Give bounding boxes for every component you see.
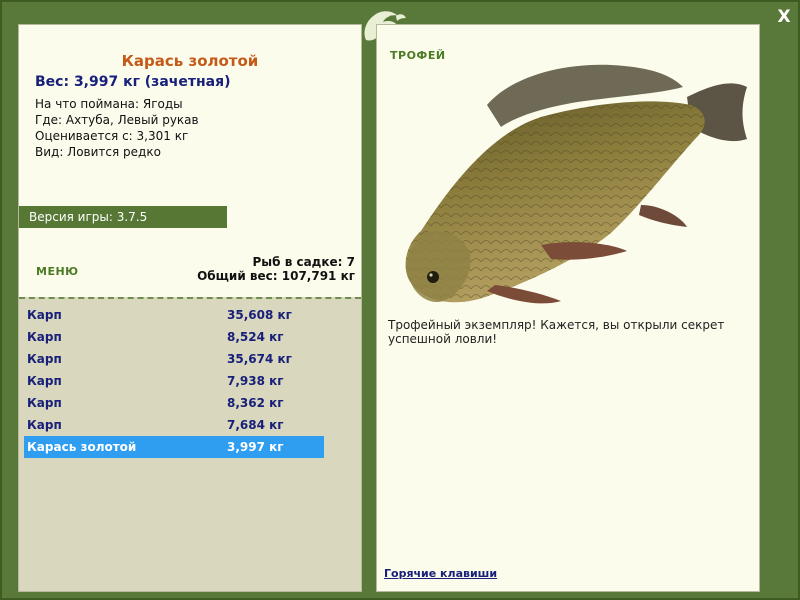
list-item-weight: 8,362 кг xyxy=(227,396,284,410)
rated-info: Оценивается с: 3,301 кг xyxy=(35,129,189,143)
list-item-weight: 7,938 кг xyxy=(227,374,284,388)
catch-list: Карп 35,608 кг Карп 8,524 кг Карп 35,674… xyxy=(24,304,324,458)
catch-panel: Карась золотой Вес: 3,997 кг (зачетная) … xyxy=(18,24,362,592)
list-item[interactable]: Карп 7,938 кг xyxy=(24,370,324,392)
list-item-name: Карп xyxy=(27,418,62,432)
total-weight: Общий вес: 107,791 кг xyxy=(197,269,355,283)
game-version: Версия игры: 3.7.5 xyxy=(19,206,227,228)
list-item[interactable]: Карп 35,674 кг xyxy=(24,348,324,370)
list-item-name: Карась золотой xyxy=(27,440,137,454)
trophy-description: Трофейный экземпляр! Кажется, вы открыли… xyxy=(388,318,725,346)
fish-count: Рыб в садке: 7 xyxy=(252,255,356,269)
list-item-name: Карп xyxy=(27,352,62,366)
list-item-name: Карп xyxy=(27,308,62,322)
list-item-selected[interactable]: Карась золотой 3,997 кг xyxy=(24,436,324,458)
list-item-weight: 3,997 кг xyxy=(227,440,284,454)
bait-info: На что поймана: Ягоды xyxy=(35,97,183,111)
list-item[interactable]: Карп 7,684 кг xyxy=(24,414,324,436)
list-item[interactable]: Карп 35,608 кг xyxy=(24,304,324,326)
location-info: Где: Ахтуба, Левый рукав xyxy=(35,113,199,127)
list-item-weight: 7,684 кг xyxy=(227,418,284,432)
menu-button[interactable]: МЕНЮ xyxy=(36,265,79,278)
hotkeys-link[interactable]: Горячие клавиши xyxy=(384,567,497,580)
fish-weight: Вес: 3,997 кг (зачетная) xyxy=(35,74,231,90)
close-button[interactable]: X xyxy=(772,6,796,28)
keepnet-stats: Рыб в садке: 7 Общий вес: 107,791 кг xyxy=(197,255,355,283)
list-item-weight: 35,608 кг xyxy=(227,308,292,322)
fish-image xyxy=(405,64,747,304)
divider xyxy=(19,297,361,299)
list-item[interactable]: Карп 8,524 кг xyxy=(24,326,324,348)
list-item[interactable]: Карп 8,362 кг xyxy=(24,392,324,414)
list-item-name: Карп xyxy=(27,330,62,344)
list-item-name: Карп xyxy=(27,374,62,388)
kind-info: Вид: Ловится редко xyxy=(35,145,161,159)
game-window: X Карась золотой Вес: 3,997 кг (зачетная… xyxy=(0,0,800,600)
trophy-panel: ТРОФЕЙ Трофейный экземпляр! Кажется, вы … xyxy=(376,24,760,592)
fish-info-card: Карась золотой Вес: 3,997 кг (зачетная) … xyxy=(19,25,361,297)
list-item-weight: 35,674 кг xyxy=(227,352,292,366)
fish-name: Карась золотой xyxy=(121,52,259,70)
list-item-name: Карп xyxy=(27,396,62,410)
list-item-weight: 8,524 кг xyxy=(227,330,284,344)
close-icon: X xyxy=(777,7,791,27)
